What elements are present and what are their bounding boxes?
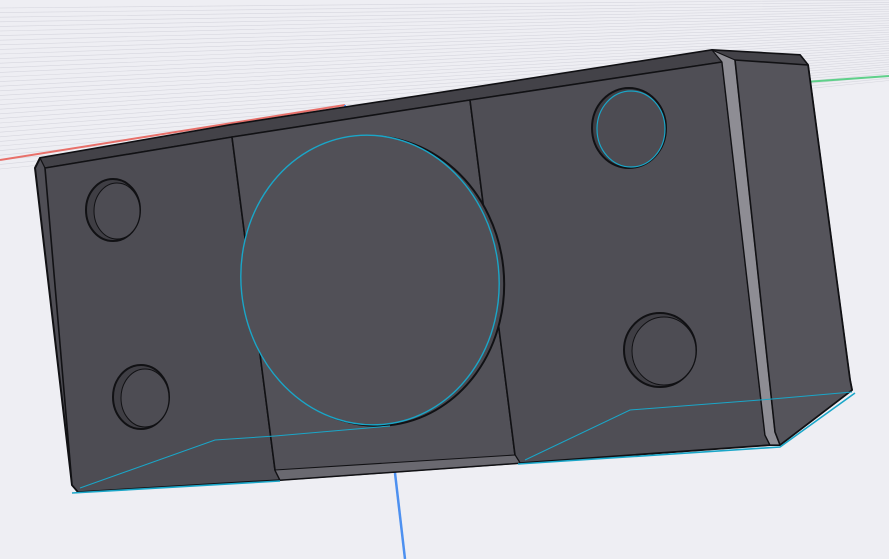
hole-inner: [93, 182, 141, 240]
hole-inner-selected: [596, 90, 666, 168]
mounting-hole-bottom-left[interactable]: [112, 364, 170, 430]
hole-inner: [631, 316, 697, 386]
mounting-hole-top-right[interactable]: [591, 87, 667, 169]
hole-inner: [120, 368, 170, 428]
3d-viewport[interactable]: [0, 0, 889, 559]
scene-canvas[interactable]: [0, 0, 889, 559]
mounting-hole-bottom-right[interactable]: [623, 312, 697, 388]
mounting-hole-top-left[interactable]: [85, 178, 141, 242]
